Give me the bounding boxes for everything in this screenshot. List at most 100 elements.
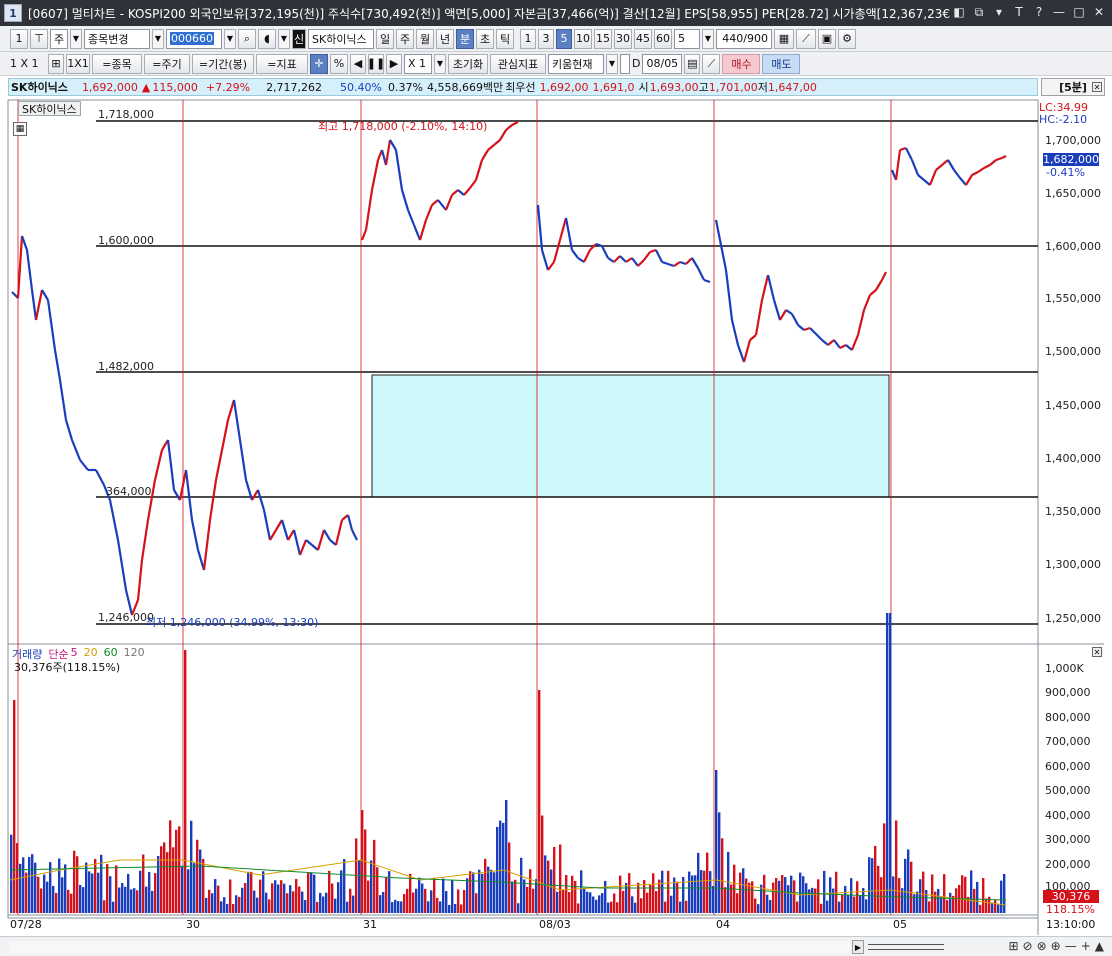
speaker-dropdown-icon[interactable]: ▼ bbox=[278, 28, 290, 49]
crosshair-icon[interactable]: ✛ bbox=[310, 53, 328, 74]
change-stock-select[interactable]: 종목변경 bbox=[84, 28, 150, 49]
volume-bar bbox=[805, 883, 808, 913]
clear-draw-icon[interactable]: ⟋ bbox=[702, 53, 721, 74]
zoom-dropdown-icon[interactable]: ▼ bbox=[434, 53, 446, 74]
prev-icon[interactable]: ◀ bbox=[350, 53, 366, 74]
percent-icon[interactable]: % bbox=[330, 53, 348, 74]
sell-button[interactable]: 매도 bbox=[762, 53, 801, 74]
grid-layout-icon[interactable]: ⊞ bbox=[48, 53, 64, 74]
trend-tool-icon[interactable]: ⟋ bbox=[796, 28, 816, 49]
calendar-icon[interactable]: ▤ bbox=[684, 53, 701, 74]
chart-area[interactable] bbox=[0, 96, 1112, 956]
chart-stock-tag[interactable]: SK하이닉스 bbox=[18, 101, 81, 116]
scroll-up-icon[interactable]: ▲ bbox=[1095, 939, 1104, 953]
code-dropdown-icon[interactable]: ▼ bbox=[224, 28, 236, 49]
interval-15[interactable]: 15 bbox=[594, 28, 612, 49]
volume-current-pct: 118.15% bbox=[1046, 903, 1095, 916]
volume-bar bbox=[697, 852, 700, 913]
d-checkbox[interactable] bbox=[620, 53, 630, 74]
period-second[interactable]: 초 bbox=[476, 28, 494, 49]
volume-bar bbox=[115, 865, 118, 913]
volume-bar bbox=[610, 901, 613, 913]
credit-icon[interactable]: 신 bbox=[292, 28, 306, 49]
reset-button[interactable]: 초기화 bbox=[448, 53, 488, 74]
watch-indicator-button[interactable]: 관심지표 bbox=[490, 53, 546, 74]
kiwoom-select[interactable]: 키움현재 bbox=[548, 53, 604, 74]
interval-input[interactable]: 5 bbox=[674, 28, 700, 49]
cancel-icon[interactable]: ⊗ bbox=[1037, 939, 1047, 953]
interval-30[interactable]: 30 bbox=[614, 28, 632, 49]
ban-icon[interactable]: ⊘ bbox=[1023, 939, 1033, 953]
stock-code-input[interactable]: 000660 bbox=[166, 28, 222, 49]
interval-3[interactable]: 3 bbox=[538, 28, 554, 49]
cycle-link-button[interactable]: =주기 bbox=[144, 53, 190, 74]
chart-close-icon[interactable]: ✕ bbox=[1092, 82, 1102, 92]
stock-name-field[interactable]: SK하이닉스 bbox=[308, 28, 374, 49]
volume-bar bbox=[163, 842, 166, 913]
interval-60[interactable]: 60 bbox=[654, 28, 672, 49]
next-icon[interactable]: ▶ bbox=[386, 53, 402, 74]
date-input[interactable]: 08/05 bbox=[642, 53, 683, 74]
period-day[interactable]: 일 bbox=[376, 28, 394, 49]
layout-button[interactable]: 1X1 bbox=[66, 53, 90, 74]
volume-bar bbox=[244, 883, 247, 913]
buy-button[interactable]: 매수 bbox=[722, 53, 761, 74]
period-month[interactable]: 월 bbox=[416, 28, 434, 49]
volume-bar bbox=[346, 901, 349, 913]
interval-1[interactable]: 1 bbox=[520, 28, 536, 49]
window-icon[interactable]: 1 bbox=[4, 4, 22, 22]
volume-bar bbox=[538, 690, 541, 913]
highlight-box bbox=[371, 374, 890, 498]
zoom-out-icon[interactable]: — bbox=[1065, 939, 1077, 953]
stock-link-button[interactable]: =종목 bbox=[92, 53, 142, 74]
save-icon[interactable]: ▣ bbox=[818, 28, 836, 49]
period-week[interactable]: 주 bbox=[396, 28, 414, 49]
interval-dropdown-icon[interactable]: ▼ bbox=[702, 28, 714, 49]
calculator-icon[interactable]: ▦ bbox=[13, 122, 27, 136]
volume-close-icon[interactable]: ✕ bbox=[1092, 647, 1102, 657]
chart-scrollbar[interactable]: ▶ ⊞ ⊘ ⊗ ⊕ — + ▲ bbox=[0, 936, 1112, 956]
bar-count-input[interactable]: 440/900 bbox=[716, 28, 772, 49]
scroll-track[interactable] bbox=[10, 941, 850, 953]
scroll-left-icon[interactable]: ▶ bbox=[852, 940, 864, 954]
volume-bar bbox=[505, 800, 508, 913]
search-icon[interactable]: ⌕ bbox=[238, 28, 256, 49]
range-link-button[interactable]: =기간(봉) bbox=[192, 53, 254, 74]
pin-icon[interactable]: ▾ bbox=[990, 3, 1008, 21]
zoom-icon[interactable]: ⊕ bbox=[1051, 939, 1061, 953]
volume-tick: 900,000 bbox=[1045, 686, 1091, 699]
volume-bar bbox=[439, 901, 442, 913]
help-icon[interactable]: ? bbox=[1030, 3, 1048, 21]
grid-icon[interactable]: ⊞ bbox=[1008, 939, 1018, 953]
minimize-icon[interactable]: — bbox=[1050, 3, 1068, 21]
speaker-icon[interactable]: ◖ bbox=[258, 28, 276, 49]
link-number-button[interactable]: 1 bbox=[10, 28, 28, 49]
period-tick[interactable]: 틱 bbox=[496, 28, 514, 49]
indicator-link-button[interactable]: =지표 bbox=[256, 53, 308, 74]
scroll-thumb[interactable] bbox=[868, 944, 944, 950]
grid-toggle-icon[interactable]: ▦ bbox=[774, 28, 794, 49]
period-minute[interactable]: 분 bbox=[456, 28, 474, 49]
interval-5[interactable]: 5 bbox=[556, 28, 572, 49]
period-year[interactable]: 년 bbox=[436, 28, 454, 49]
settings-icon[interactable]: ⚙ bbox=[838, 28, 856, 49]
market-select[interactable]: 주 bbox=[50, 28, 68, 49]
quote-bar: SK하이닉스 1,692,000 ▲ 115,000 +7.29% 2,717,… bbox=[8, 78, 1038, 96]
volume-bar bbox=[826, 900, 829, 913]
close-icon[interactable]: ✕ bbox=[1090, 3, 1108, 21]
window-restore-icon[interactable]: ⧉ bbox=[970, 3, 988, 21]
zoom-select[interactable]: X 1 bbox=[404, 53, 432, 74]
interval-10[interactable]: 10 bbox=[574, 28, 592, 49]
volume-bar bbox=[253, 890, 256, 913]
pause-icon[interactable]: ❚❚ bbox=[367, 53, 385, 74]
text-icon[interactable]: T bbox=[1010, 3, 1028, 21]
kiwoom-dropdown-icon[interactable]: ▼ bbox=[606, 53, 618, 74]
market-dropdown-icon[interactable]: ▼ bbox=[70, 28, 82, 49]
interval-45[interactable]: 45 bbox=[634, 28, 652, 49]
maximize-icon[interactable]: □ bbox=[1070, 3, 1088, 21]
zoom-in-icon[interactable]: + bbox=[1081, 939, 1091, 953]
pin-button[interactable]: ⊤ bbox=[30, 28, 48, 49]
change-stock-dropdown-icon[interactable]: ▼ bbox=[152, 28, 164, 49]
panel-icon[interactable]: ◧ bbox=[950, 3, 968, 21]
volume-bar bbox=[859, 896, 862, 913]
